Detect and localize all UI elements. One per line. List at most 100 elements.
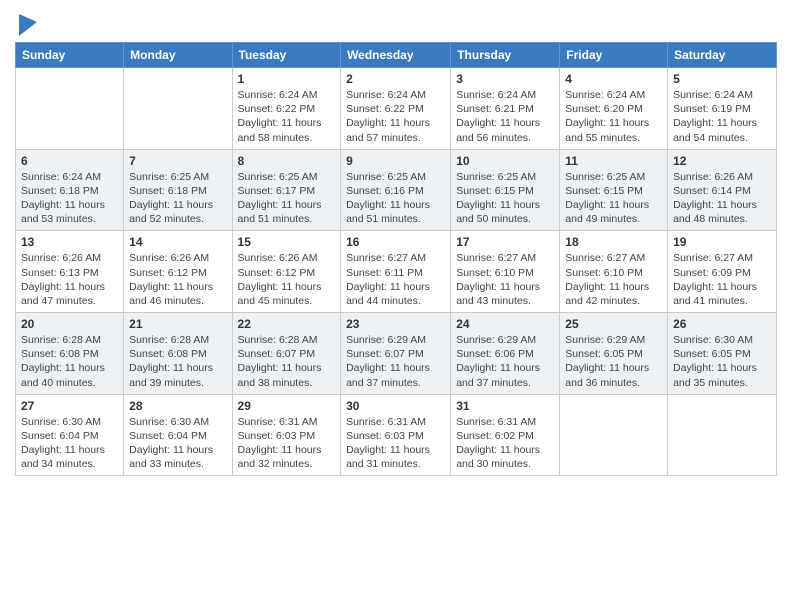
logo-icon [19, 14, 37, 36]
day-number: 30 [346, 399, 445, 413]
day-number: 21 [129, 317, 226, 331]
calendar-cell [124, 68, 232, 150]
day-number: 17 [456, 235, 554, 249]
day-info: Sunrise: 6:24 AM Sunset: 6:22 PM Dayligh… [346, 88, 445, 145]
day-number: 19 [673, 235, 771, 249]
day-info: Sunrise: 6:28 AM Sunset: 6:08 PM Dayligh… [129, 333, 226, 390]
day-info: Sunrise: 6:31 AM Sunset: 6:02 PM Dayligh… [456, 415, 554, 472]
weekday-header-row: SundayMondayTuesdayWednesdayThursdayFrid… [16, 43, 777, 68]
day-info: Sunrise: 6:24 AM Sunset: 6:22 PM Dayligh… [238, 88, 336, 145]
day-info: Sunrise: 6:25 AM Sunset: 6:15 PM Dayligh… [565, 170, 662, 227]
calendar-cell: 30 Sunrise: 6:31 AM Sunset: 6:03 PM Dayli… [341, 394, 451, 476]
calendar-cell: 18Sunrise: 6:27 AM Sunset: 6:10 PM Dayli… [560, 231, 668, 313]
weekday-header-thursday: Thursday [451, 43, 560, 68]
calendar-cell: 29Sunrise: 6:31 AM Sunset: 6:03 PM Dayli… [232, 394, 341, 476]
day-number: 9 [346, 154, 445, 168]
calendar-week-row: 20Sunrise: 6:28 AM Sunset: 6:08 PM Dayli… [16, 313, 777, 395]
day-number: 16 [346, 235, 445, 249]
day-number: 12 [673, 154, 771, 168]
calendar-week-row: 27 Sunrise: 6:30 AM Sunset: 6:04 PM Dayli… [16, 394, 777, 476]
calendar-cell: 11 Sunrise: 6:25 AM Sunset: 6:15 PM Dayli… [560, 149, 668, 231]
day-number: 1 [238, 72, 336, 86]
calendar-cell: 21 Sunrise: 6:28 AM Sunset: 6:08 PM Dayli… [124, 313, 232, 395]
calendar-cell: 31Sunrise: 6:31 AM Sunset: 6:02 PM Dayli… [451, 394, 560, 476]
day-info: Sunrise: 6:31 AM Sunset: 6:03 PM Dayligh… [346, 415, 445, 472]
day-number: 10 [456, 154, 554, 168]
calendar-cell: 13 Sunrise: 6:26 AM Sunset: 6:13 PM Dayli… [16, 231, 124, 313]
day-info: Sunrise: 6:31 AM Sunset: 6:03 PM Dayligh… [238, 415, 336, 472]
day-number: 27 [21, 399, 118, 413]
calendar-cell: 5Sunrise: 6:24 AM Sunset: 6:19 PM Daylig… [668, 68, 777, 150]
calendar-cell: 3 Sunrise: 6:24 AM Sunset: 6:21 PM Daylig… [451, 68, 560, 150]
logo [15, 14, 37, 36]
calendar-cell [16, 68, 124, 150]
day-info: Sunrise: 6:30 AM Sunset: 6:05 PM Dayligh… [673, 333, 771, 390]
day-info: Sunrise: 6:25 AM Sunset: 6:16 PM Dayligh… [346, 170, 445, 227]
day-info: Sunrise: 6:29 AM Sunset: 6:05 PM Dayligh… [565, 333, 662, 390]
calendar-cell: 14 Sunrise: 6:26 AM Sunset: 6:12 PM Dayli… [124, 231, 232, 313]
calendar-cell: 9 Sunrise: 6:25 AM Sunset: 6:16 PM Daylig… [341, 149, 451, 231]
day-info: Sunrise: 6:29 AM Sunset: 6:07 PM Dayligh… [346, 333, 445, 390]
calendar-cell: 7 Sunrise: 6:25 AM Sunset: 6:18 PM Daylig… [124, 149, 232, 231]
day-info: Sunrise: 6:25 AM Sunset: 6:15 PM Dayligh… [456, 170, 554, 227]
day-number: 25 [565, 317, 662, 331]
day-info: Sunrise: 6:24 AM Sunset: 6:21 PM Dayligh… [456, 88, 554, 145]
weekday-header-wednesday: Wednesday [341, 43, 451, 68]
calendar-cell: 24 Sunrise: 6:29 AM Sunset: 6:06 PM Dayli… [451, 313, 560, 395]
calendar-cell [560, 394, 668, 476]
weekday-header-sunday: Sunday [16, 43, 124, 68]
calendar-cell: 1 Sunrise: 6:24 AM Sunset: 6:22 PM Daylig… [232, 68, 341, 150]
header [15, 10, 777, 36]
day-info: Sunrise: 6:24 AM Sunset: 6:19 PM Dayligh… [673, 88, 771, 145]
calendar-table: SundayMondayTuesdayWednesdayThursdayFrid… [15, 42, 777, 476]
day-number: 8 [238, 154, 336, 168]
calendar-cell: 20Sunrise: 6:28 AM Sunset: 6:08 PM Dayli… [16, 313, 124, 395]
day-info: Sunrise: 6:26 AM Sunset: 6:12 PM Dayligh… [238, 251, 336, 308]
calendar-cell: 23 Sunrise: 6:29 AM Sunset: 6:07 PM Dayli… [341, 313, 451, 395]
day-number: 22 [238, 317, 336, 331]
day-number: 14 [129, 235, 226, 249]
day-number: 11 [565, 154, 662, 168]
day-number: 13 [21, 235, 118, 249]
calendar-cell: 4Sunrise: 6:24 AM Sunset: 6:20 PM Daylig… [560, 68, 668, 150]
day-number: 7 [129, 154, 226, 168]
calendar-cell: 25 Sunrise: 6:29 AM Sunset: 6:05 PM Dayli… [560, 313, 668, 395]
calendar-cell [668, 394, 777, 476]
calendar-week-row: 6 Sunrise: 6:24 AM Sunset: 6:18 PM Daylig… [16, 149, 777, 231]
calendar-week-row: 1 Sunrise: 6:24 AM Sunset: 6:22 PM Daylig… [16, 68, 777, 150]
calendar-cell: 28Sunrise: 6:30 AM Sunset: 6:04 PM Dayli… [124, 394, 232, 476]
day-info: Sunrise: 6:25 AM Sunset: 6:17 PM Dayligh… [238, 170, 336, 227]
weekday-header-friday: Friday [560, 43, 668, 68]
day-info: Sunrise: 6:24 AM Sunset: 6:18 PM Dayligh… [21, 170, 118, 227]
page: SundayMondayTuesdayWednesdayThursdayFrid… [0, 0, 792, 612]
calendar-cell: 2Sunrise: 6:24 AM Sunset: 6:22 PM Daylig… [341, 68, 451, 150]
day-number: 24 [456, 317, 554, 331]
day-info: Sunrise: 6:27 AM Sunset: 6:09 PM Dayligh… [673, 251, 771, 308]
day-info: Sunrise: 6:27 AM Sunset: 6:10 PM Dayligh… [565, 251, 662, 308]
weekday-header-tuesday: Tuesday [232, 43, 341, 68]
day-number: 23 [346, 317, 445, 331]
calendar-week-row: 13 Sunrise: 6:26 AM Sunset: 6:13 PM Dayli… [16, 231, 777, 313]
day-info: Sunrise: 6:25 AM Sunset: 6:18 PM Dayligh… [129, 170, 226, 227]
weekday-header-saturday: Saturday [668, 43, 777, 68]
day-number: 3 [456, 72, 554, 86]
calendar-cell: 8 Sunrise: 6:25 AM Sunset: 6:17 PM Daylig… [232, 149, 341, 231]
day-number: 15 [238, 235, 336, 249]
day-number: 6 [21, 154, 118, 168]
calendar-cell: 26Sunrise: 6:30 AM Sunset: 6:05 PM Dayli… [668, 313, 777, 395]
calendar-cell: 16Sunrise: 6:27 AM Sunset: 6:11 PM Dayli… [341, 231, 451, 313]
day-info: Sunrise: 6:30 AM Sunset: 6:04 PM Dayligh… [21, 415, 118, 472]
day-info: Sunrise: 6:26 AM Sunset: 6:13 PM Dayligh… [21, 251, 118, 308]
day-info: Sunrise: 6:29 AM Sunset: 6:06 PM Dayligh… [456, 333, 554, 390]
calendar-cell: 6 Sunrise: 6:24 AM Sunset: 6:18 PM Daylig… [16, 149, 124, 231]
day-info: Sunrise: 6:26 AM Sunset: 6:14 PM Dayligh… [673, 170, 771, 227]
calendar-cell: 27 Sunrise: 6:30 AM Sunset: 6:04 PM Dayli… [16, 394, 124, 476]
weekday-header-monday: Monday [124, 43, 232, 68]
calendar-cell: 22 Sunrise: 6:28 AM Sunset: 6:07 PM Dayli… [232, 313, 341, 395]
calendar-cell: 10 Sunrise: 6:25 AM Sunset: 6:15 PM Dayli… [451, 149, 560, 231]
day-info: Sunrise: 6:27 AM Sunset: 6:10 PM Dayligh… [456, 251, 554, 308]
day-info: Sunrise: 6:28 AM Sunset: 6:07 PM Dayligh… [238, 333, 336, 390]
calendar-cell: 15 Sunrise: 6:26 AM Sunset: 6:12 PM Dayli… [232, 231, 341, 313]
day-info: Sunrise: 6:26 AM Sunset: 6:12 PM Dayligh… [129, 251, 226, 308]
day-info: Sunrise: 6:28 AM Sunset: 6:08 PM Dayligh… [21, 333, 118, 390]
